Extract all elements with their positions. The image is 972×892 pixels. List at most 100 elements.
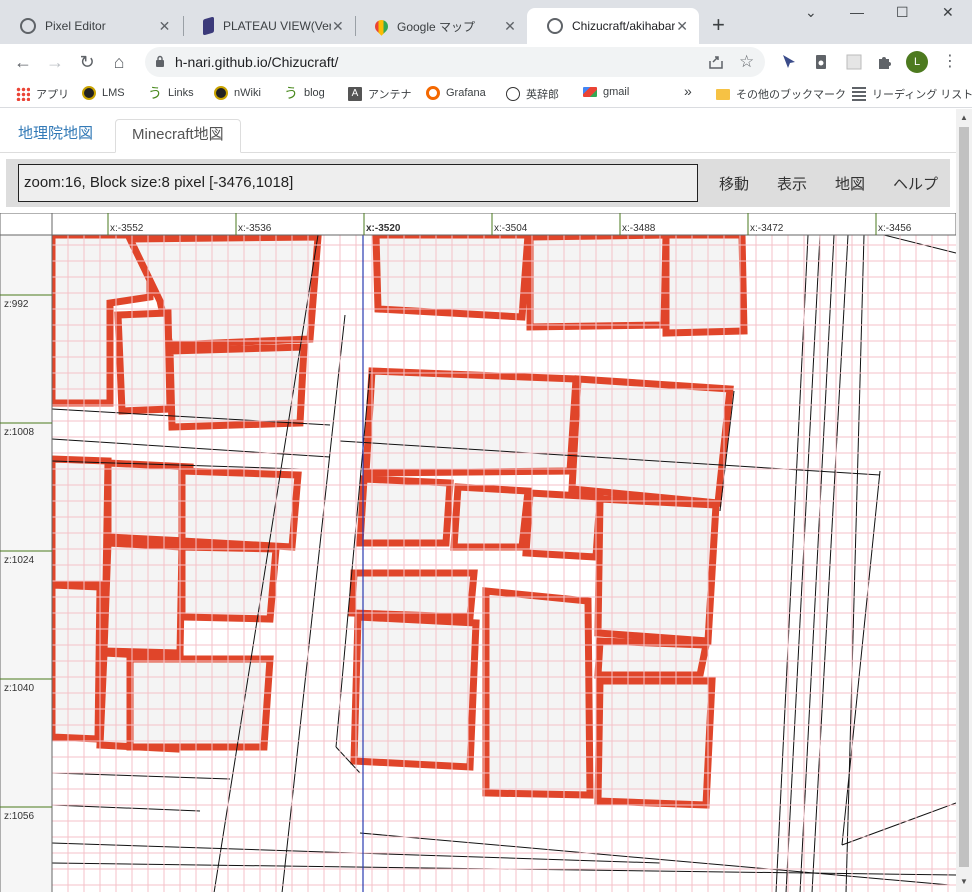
scroll-thumb[interactable]: [959, 127, 969, 867]
reading-list-icon: [852, 87, 866, 101]
extensions-puzzle-icon[interactable]: [876, 53, 894, 71]
tab-strip: Pixel Editor ✕ PLATEAU VIEW(Ver1. ✕ Goog…: [0, 0, 972, 44]
globe-icon: [20, 18, 36, 34]
bookmark-grafana[interactable]: Grafana: [426, 86, 486, 100]
reload-icon[interactable]: ↻: [75, 50, 99, 74]
maps-pin-icon: [372, 16, 391, 36]
close-icon[interactable]: ✕: [157, 18, 172, 35]
apps-grid-icon: [16, 87, 30, 101]
globe-icon: [547, 18, 563, 34]
u-icon: う: [148, 85, 162, 101]
new-tab-button[interactable]: +: [712, 14, 725, 36]
lock-icon: [156, 55, 164, 67]
building-footprint: [526, 231, 670, 331]
30-badge-icon: [214, 86, 228, 100]
x-ruler-label: x:-3536: [238, 223, 272, 234]
eijiro-icon: [506, 87, 520, 101]
z-ruler-label: z:992: [4, 299, 29, 310]
building-footprint: [348, 569, 478, 621]
close-icon[interactable]: ✕: [675, 18, 689, 35]
scroll-up-icon[interactable]: ▲: [960, 113, 968, 122]
tab-title: PLATEAU VIEW(Ver1.: [223, 19, 331, 33]
page-tabs: 地理院地図 Minecraft地図: [0, 111, 956, 153]
reading-list-button[interactable]: リーディング リスト: [852, 86, 972, 102]
home-icon[interactable]: ⌂: [107, 50, 131, 74]
folder-icon: [716, 88, 730, 100]
z-ruler-label: z:1040: [4, 683, 34, 694]
x-ruler-label: x:-3456: [878, 223, 912, 234]
menu-move[interactable]: 移動: [719, 173, 749, 194]
tab-gsi-map[interactable]: 地理院地図: [2, 119, 109, 153]
building-footprint: [114, 309, 174, 415]
bookmark-label: LMS: [102, 87, 125, 99]
bookmark-label: nWiki: [234, 87, 261, 99]
z-ruler-label: z:1008: [4, 427, 34, 438]
forward-icon[interactable]: →: [43, 50, 67, 74]
address-bar[interactable]: h-nari.github.io/Chizucraft/: [145, 47, 765, 77]
building-footprint: [662, 231, 748, 337]
building-footprint: [594, 677, 716, 809]
gmail-icon: [583, 87, 597, 97]
bookmarks-bar: アプリ LMS う Links nWiki う blog A アンテナ Graf…: [0, 80, 972, 108]
grafana-icon: [426, 86, 440, 100]
close-icon[interactable]: ✕: [503, 18, 517, 35]
bookmark-label: 英辞郎: [526, 89, 559, 101]
menu-kebab-icon[interactable]: ⋮: [942, 53, 960, 71]
minimize-button[interactable]: —: [850, 4, 864, 20]
bookmark-apps[interactable]: アプリ: [16, 86, 69, 102]
bookmark-lms[interactable]: LMS: [82, 86, 125, 100]
building-footprint: [522, 489, 604, 561]
bookmark-blog[interactable]: う blog: [284, 86, 325, 100]
url-text: h-nari.github.io/Chizucraft/: [175, 54, 339, 70]
bookmark-label: blog: [304, 87, 325, 99]
a-icon: A: [348, 87, 362, 101]
x-ruler: [0, 213, 956, 236]
tab-google-maps[interactable]: Google マップ ✕: [355, 8, 527, 44]
plateau-icon: [203, 16, 214, 36]
tab-minecraft-map[interactable]: Minecraft地図: [115, 119, 241, 153]
bookmark-star-icon[interactable]: ☆: [739, 53, 757, 71]
tab-title: Pixel Editor: [45, 19, 106, 33]
bookmark-label: その他のブックマーク: [736, 89, 846, 101]
tab-chizucraft[interactable]: Chizucraft/akihabara ✕: [527, 8, 699, 44]
close-window-button[interactable]: ✕: [942, 4, 954, 21]
page-scrollbar[interactable]: ▲ ▼: [956, 109, 972, 892]
maximize-button[interactable]: ☐: [896, 4, 909, 21]
back-icon[interactable]: ←: [11, 50, 35, 74]
map-canvas[interactable]: x:-3552 x:-3536 x:-3520 x:-3504 x:-3488 x:-34…: [0, 213, 956, 892]
menu-view[interactable]: 表示: [777, 173, 807, 194]
building-footprint: [594, 495, 720, 645]
profile-avatar[interactable]: L: [906, 51, 928, 73]
share-icon[interactable]: [707, 53, 725, 71]
tab-pixel-editor[interactable]: Pixel Editor ✕: [0, 8, 182, 44]
extension-grid-icon[interactable]: [845, 53, 863, 71]
tab-plateau[interactable]: PLATEAU VIEW(Ver1. ✕: [183, 8, 355, 44]
menu-map[interactable]: 地図: [835, 173, 865, 194]
building-footprint: [166, 343, 308, 431]
bookmark-label: Links: [168, 87, 194, 99]
scroll-down-icon[interactable]: ▼: [960, 877, 968, 886]
bookmark-gmail[interactable]: gmail: [583, 86, 629, 98]
extension-cursor-icon[interactable]: [780, 53, 798, 71]
building-footprint: [594, 637, 711, 679]
tab-title: Google マップ: [397, 19, 476, 34]
page-content: 地理院地図 Minecraft地図 zoom:16, Block size:8 …: [0, 109, 956, 892]
menu-help[interactable]: ヘルプ: [893, 173, 938, 194]
ruler-corner: [0, 213, 53, 236]
tab-search-icon[interactable]: ⌄: [805, 4, 817, 21]
bookmarks-more-chevron[interactable]: »: [684, 83, 692, 99]
bookmark-antenna[interactable]: A アンテナ: [348, 86, 412, 102]
z-ruler-label: z:1024: [4, 555, 34, 566]
bookmark-nwiki[interactable]: nWiki: [214, 86, 261, 100]
bookmark-label: リーディング リスト: [872, 89, 972, 101]
bookmark-eijiro[interactable]: 英辞郎: [506, 86, 559, 102]
x-ruler-label: x:-3552: [110, 223, 144, 234]
close-icon[interactable]: ✕: [331, 18, 345, 35]
x-ruler-label: x:-3488: [622, 223, 656, 234]
bookmark-label: Grafana: [446, 87, 486, 99]
bookmark-other-folder[interactable]: その他のブックマーク: [716, 86, 846, 102]
bookmark-links[interactable]: う Links: [148, 86, 194, 100]
x-ruler-label: x:-3504: [494, 223, 528, 234]
minecraft-map[interactable]: x:-3552 x:-3536 x:-3520 x:-3504 x:-3488 x:-34…: [0, 213, 956, 892]
extension-doc-icon[interactable]: [812, 53, 830, 71]
